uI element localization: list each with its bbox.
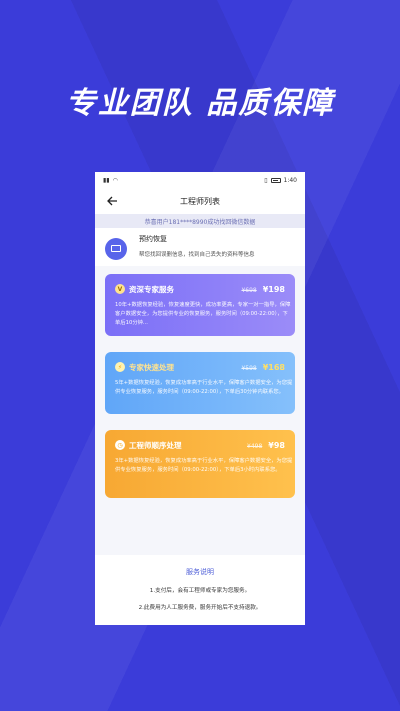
vibrate-icon: ▯ — [264, 176, 268, 184]
original-price: ¥698 — [241, 286, 257, 294]
service-description: 3年+数据恢复经验，恢复成功率高于行业水平，保障客户数据安全，为您提供专业恢复服… — [115, 458, 293, 473]
original-price: ¥598 — [241, 364, 257, 372]
clock-icon: ◷ — [115, 440, 125, 450]
signal-icon: ▮▮ — [103, 176, 110, 184]
phone-screen: ▮▮ ◠ ▯ 1:40 工程师列表 恭喜用户181****8990成功找回微信数… — [95, 172, 305, 625]
service-description: 10年+数据恢复经验，恢复速度更快，成功率更高，专家一对一指导，保障客户数据安全… — [115, 302, 291, 326]
status-time: 1:40 — [283, 176, 297, 184]
wifi-icon: ◠ — [112, 176, 118, 184]
service-list: V 资深专家服务 ¥698 ¥198 10年+数据恢复经验，恢复速度更快，成功率… — [95, 266, 305, 556]
id-card-icon — [105, 238, 127, 260]
lightning-icon: ⚡ — [115, 362, 125, 372]
reserve-subtitle: 帮您找回误删信息，找到自己丢失的资料等信息 — [139, 252, 255, 258]
original-price: ¥498 — [247, 442, 263, 450]
page-headline: 专业团队 品质保障 — [65, 86, 335, 121]
service-note-2: 2.此费用为人工服务费，服务开始后不支持退款。 — [138, 605, 262, 611]
notice-banner: 恭喜用户181****8990成功找回微信数据 — [95, 214, 305, 228]
service-description: 5年+数据恢复经验，恢复成功率高于行业水平，保障客户数据安全，为您提供专业恢复服… — [115, 380, 293, 395]
service-notes: 服务说明 1.支付后，会有工程师或专家为您服务。 2.此费用为人工服务费，服务开… — [95, 555, 305, 625]
status-bar: ▮▮ ◠ ▯ 1:40 — [95, 172, 305, 188]
current-price: ¥198 — [262, 284, 285, 294]
service-title: 工程师顺序处理 — [129, 440, 182, 450]
service-note-1: 1.支付后，会有工程师或专家为您服务。 — [149, 588, 251, 594]
service-notes-title: 服务说明 — [186, 568, 214, 576]
service-card-engineer-queue[interactable]: ◷ 工程师顺序处理 ¥498 ¥98 3年+数据恢复经验，恢复成功率高于行业水平… — [105, 430, 295, 498]
reserve-title: 预约恢复 — [139, 235, 167, 243]
battery-icon — [270, 177, 281, 183]
reserve-row[interactable]: 预约恢复 帮您找回误删信息，找到自己丢失的资料等信息 — [95, 228, 305, 266]
current-price: ¥98 — [268, 440, 285, 450]
page-title: 工程师列表 — [180, 196, 220, 206]
back-arrow-icon[interactable] — [105, 194, 119, 208]
status-right: ▯ 1:40 — [264, 177, 297, 184]
service-title: 专家快速处理 — [129, 362, 174, 372]
nav-bar: 工程师列表 — [95, 188, 305, 214]
service-title: 资深专家服务 — [129, 284, 174, 294]
service-card-expert-fast[interactable]: ⚡ 专家快速处理 ¥598 ¥168 5年+数据恢复经验，恢复成功率高于行业水平… — [105, 352, 295, 414]
v-badge-icon: V — [115, 284, 125, 294]
status-left: ▮▮ ◠ — [103, 177, 118, 184]
service-card-senior-expert[interactable]: V 资深专家服务 ¥698 ¥198 10年+数据恢复经验，恢复速度更快，成功率… — [105, 274, 295, 336]
current-price: ¥168 — [262, 362, 285, 372]
